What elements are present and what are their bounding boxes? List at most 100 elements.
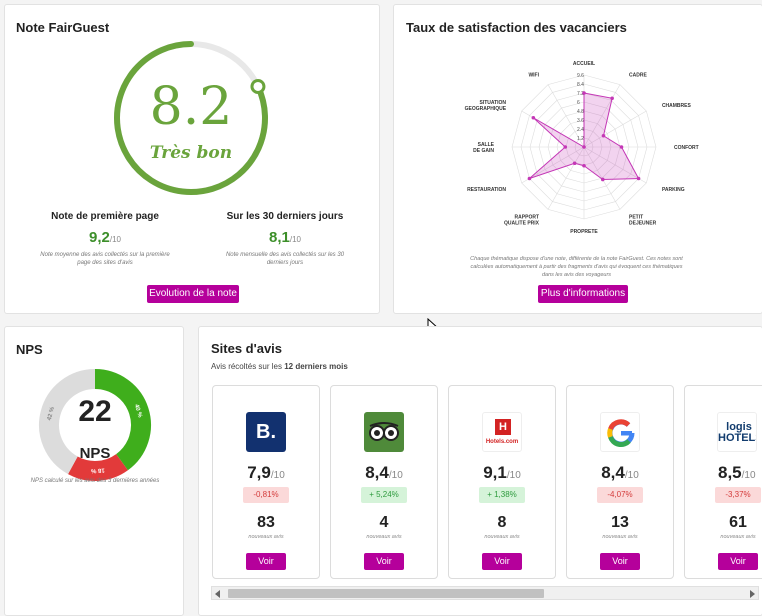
radar-category-label: CHAMBRES <box>662 103 692 109</box>
radar-category-label: CONFORT <box>674 145 699 151</box>
evolution-button[interactable]: Evolution de la note <box>147 285 239 303</box>
booking-logo-text: B. <box>256 421 276 443</box>
radar-point <box>601 133 606 138</box>
site-score-value: 8,5 <box>718 463 742 482</box>
nps-label: NPS <box>79 445 111 462</box>
last30-title: Sur les 30 derniers jours <box>226 211 344 222</box>
note-label: Très bon <box>149 143 233 163</box>
hotels-logo: H Hotels.com <box>482 412 522 452</box>
first-page-score: 9,2/10 <box>25 229 185 247</box>
tripadvisor-logo <box>364 412 404 452</box>
radar-tick-label: 9.6 <box>577 73 584 79</box>
radar-chart: 1.22.43.64.867.28.49.6ACCUEILCADRECHAMBR… <box>465 61 699 235</box>
radar-point <box>582 163 586 168</box>
site-score: 8,4/10 <box>567 463 673 483</box>
radar-category-label: PROPRETE <box>570 229 598 235</box>
hotels-h-icon: H <box>495 419 511 435</box>
site-delta: -3,37% <box>715 487 761 503</box>
site-score-value: 7,9 <box>247 463 271 482</box>
site-score-value: 8,4 <box>365 463 389 482</box>
site-score-value: 9,1 <box>483 463 507 482</box>
owl-icon <box>369 422 399 441</box>
radar-category-label: GEOGRAPHIQUE <box>465 106 507 112</box>
logis-logo-text: logis HOTELS <box>718 421 756 444</box>
site-card-tripadvisor: 8,4/10 + 5,24% 4 nouveaux avis Voir <box>330 385 438 579</box>
site-count-label: nouveaux avis <box>366 534 402 540</box>
site-count: 61 <box>729 514 747 531</box>
site-count-label: nouveaux avis <box>484 534 520 540</box>
radar-point <box>527 176 532 181</box>
radar-point <box>610 96 614 101</box>
last30-den: /10 <box>289 235 301 244</box>
nps-card: NPS 40 % 18 % 42 % 22 NPS NPS calculé sur … <box>4 326 184 616</box>
site-count: 8 <box>497 514 507 531</box>
first-page-value: 9,2 <box>89 229 110 246</box>
satisfaction-title: Taux de satisfaction des vacanciers <box>406 20 627 35</box>
site-delta: -0,81% <box>243 487 289 503</box>
site-score: 8,5/10 <box>718 463 762 483</box>
site-card-hotels: H Hotels.com 9,1/10 + 1,38% 8 nouveaux a… <box>448 385 556 579</box>
site-score-den: /10 <box>270 470 285 481</box>
last30-desc: Note mensuelle des avis collectés sur le… <box>225 252 345 266</box>
satisfaction-note: Chaque thématique dispose d'une note, di… <box>470 256 683 278</box>
radar-point <box>572 161 577 166</box>
radar-tick-label: 8.4 <box>577 82 584 88</box>
radar-category-label: DEJEUNER <box>629 221 657 227</box>
site-score: 7,9/10 <box>213 463 319 483</box>
google-logo <box>600 412 640 452</box>
radar-tick-label: 3.6 <box>577 118 584 124</box>
last30-value: 8,1 <box>269 229 290 246</box>
site-score: 8,4/10 <box>331 463 437 483</box>
radar-point <box>582 145 586 149</box>
nps-value: 22 <box>78 395 112 428</box>
site-count-label: nouveaux avis <box>602 534 638 540</box>
first-page-desc: Note moyenne des avis collectés sur la p… <box>40 252 170 266</box>
hotels-logo-text: Hotels.com <box>485 439 519 445</box>
nps-desc: NPS calculé sur les avis des 3 dernières… <box>30 478 160 484</box>
site-delta: -4,07% <box>597 487 643 503</box>
booking-logo: B. <box>246 412 286 452</box>
site-voir-button[interactable]: Voir <box>718 553 758 570</box>
nps-segment-label: 18 % <box>90 466 105 473</box>
site-delta: + 1,38% <box>479 487 525 503</box>
site-count: 4 <box>379 514 389 531</box>
note-score: 8.2 <box>149 77 233 137</box>
logis-logo: logis HOTELS <box>717 412 757 452</box>
satisfaction-card: Taux de satisfaction des vacanciers 1.2 2… <box>393 4 762 314</box>
site-score: 9,1/10 <box>449 463 555 483</box>
radar-category-label: WIFI <box>528 72 539 78</box>
site-voir-button[interactable]: Voir <box>600 553 640 570</box>
radar-category-label: DE GAIN <box>473 148 494 154</box>
site-delta: + 5,24% <box>361 487 407 503</box>
site-voir-button[interactable]: Voir <box>482 553 522 570</box>
first-page-den: /10 <box>109 235 121 244</box>
google-g-icon <box>607 419 635 447</box>
scroll-thumb[interactable] <box>228 589 544 598</box>
note-title: Note FairGuest <box>16 20 110 35</box>
more-info-button[interactable]: Plus d'informations <box>538 285 628 303</box>
radar-tick-label: 6 <box>577 100 580 106</box>
site-card-google: 8,4/10 -4,07% 13 nouveaux avis Voir <box>566 385 674 579</box>
sites-subtitle-bold: 12 derniers mois <box>284 362 348 371</box>
site-count: 13 <box>611 514 629 531</box>
site-voir-button[interactable]: Voir <box>364 553 404 570</box>
nps-title: NPS <box>16 342 43 357</box>
site-voir-button[interactable]: Voir <box>246 553 286 570</box>
scroll-right-arrow[interactable] <box>750 590 755 598</box>
radar-point <box>619 145 624 149</box>
site-card-logis: logis HOTELS 8,5/10 -3,37% 61 nouveaux a… <box>684 385 762 579</box>
sites-scrollbar[interactable] <box>211 586 759 600</box>
site-count-label: nouveaux avis <box>720 534 756 540</box>
scroll-left-arrow[interactable] <box>215 590 220 598</box>
radar-point <box>531 115 536 120</box>
site-score-den: /10 <box>506 470 521 481</box>
sites-title: Sites d'avis <box>211 341 283 356</box>
last30-score: 8,1/10 <box>205 229 365 247</box>
radar-category-label: PARKING <box>662 187 685 193</box>
first-page-title: Note de première page <box>51 211 159 222</box>
radar-category-label: QUALITE PRIX <box>504 221 540 227</box>
radar-category-label: CADRE <box>629 72 647 78</box>
radar-category-label: ACCUEIL <box>573 61 595 67</box>
note-card: Note FairGuest 8.2 Très bon Note de prem… <box>4 4 380 314</box>
site-card-booking: B. 7,9/10 -0,81% 83 nouveaux avis Voir <box>212 385 320 579</box>
